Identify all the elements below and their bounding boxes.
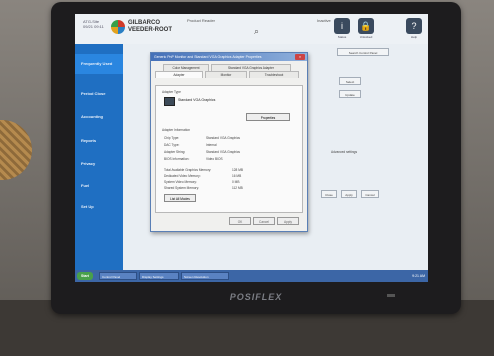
- close-icon[interactable]: ×: [295, 54, 305, 60]
- memory-key: Total Available Graphics Memory:: [164, 168, 212, 172]
- search-field[interactable]: Search Control Panel: [337, 48, 389, 56]
- memory-key: Shared System Memory:: [164, 186, 200, 190]
- sidebar: Frequently Used Period Close Accounting …: [75, 44, 123, 270]
- apply-button[interactable]: Apply: [277, 217, 299, 225]
- advanced-settings-link[interactable]: Advanced settings: [331, 150, 357, 154]
- brand-name: GILBARCO VEEDER-ROOT: [128, 20, 172, 34]
- ok-button[interactable]: OK: [229, 217, 251, 225]
- content-cancel-button[interactable]: Cancel: [361, 190, 379, 198]
- start-button[interactable]: Start: [77, 272, 93, 280]
- display-adapter-icon: [164, 97, 175, 106]
- taskbar-item[interactable]: Display Settings: [139, 272, 179, 280]
- brand-line-1: GILBARCO: [128, 20, 160, 26]
- info-key: Adapter String:: [164, 150, 186, 154]
- device-brand: POSIFLEX: [229, 292, 283, 302]
- tab-monitor[interactable]: Monitor: [205, 71, 247, 78]
- sidebar-item-reports[interactable]: Reports: [75, 131, 123, 151]
- tab-color-management[interactable]: Color Management: [163, 64, 209, 71]
- power-led: [387, 294, 395, 297]
- taskbar-item[interactable]: Control Panel: [99, 272, 137, 280]
- adapter-name: Standard VGA Graphics: [178, 98, 216, 102]
- memory-value: 112 MB: [232, 186, 243, 190]
- product-label: Product Reader: [187, 18, 216, 23]
- tab-graphics-adapter[interactable]: Standard VGA Graphics Adapter: [211, 64, 291, 71]
- info-key: BIOS Information:: [164, 157, 190, 161]
- adapter-type-label: Adapter Type: [162, 90, 181, 94]
- list-all-modes-button[interactable]: List All Modes: [164, 194, 196, 202]
- info-key: DAC Type:: [164, 143, 180, 147]
- properties-button[interactable]: Properties: [246, 113, 290, 121]
- adapter-panel: Adapter Type Standard VGA Graphics Prope…: [155, 85, 303, 213]
- help-button-label: Help: [410, 35, 418, 39]
- adapter-info-heading: Adapter Information: [162, 128, 190, 132]
- taskbar-clock: 9:21 AM: [412, 274, 425, 278]
- sidebar-item-accounting[interactable]: Accounting: [75, 107, 123, 127]
- update-button[interactable]: Update: [339, 90, 361, 98]
- brand-line-2: VEEDER-ROOT: [128, 27, 173, 33]
- brand-logo-icon: [111, 20, 125, 34]
- sidebar-item-set-up[interactable]: Set Up: [75, 197, 123, 217]
- memory-key: Dedicated Video Memory:: [164, 174, 201, 178]
- sidebar-item-period-close[interactable]: Period Close: [75, 84, 123, 104]
- memory-value: 128 MB: [232, 168, 243, 172]
- memory-key: System Video Memory:: [164, 180, 197, 184]
- info-value: Standard VGA Graphics: [206, 136, 241, 140]
- memory-value: 16 MB: [232, 174, 242, 178]
- taskbar: Start Control Panel Display Settings Scr…: [75, 270, 428, 282]
- tab-troubleshoot[interactable]: Troubleshoot: [249, 71, 299, 78]
- status-button[interactable]: i: [334, 18, 350, 34]
- help-button[interactable]: ?: [406, 18, 422, 34]
- memory-value: 0 MB: [232, 180, 240, 184]
- cancel-button[interactable]: Cancel: [253, 217, 275, 225]
- screen: ATG-Site 09/21 09:11 GILBARCO VEEDER-ROO…: [75, 14, 428, 282]
- sidebar-item-frequently-used[interactable]: Frequently Used: [75, 54, 123, 74]
- select-button[interactable]: Select: [339, 77, 361, 85]
- lock-button-label: Unlocked: [359, 35, 373, 39]
- search-icon[interactable]: ⌕: [254, 26, 259, 37]
- status-button-label: Status: [337, 35, 347, 39]
- user-line-2: 09/21 09:11: [83, 24, 104, 29]
- status-label: Inactive: [317, 18, 331, 23]
- monitor-bezel: ATG-Site 09/21 09:11 GILBARCO VEEDER-ROO…: [51, 2, 461, 314]
- tab-row-lower: Adapter Monitor Troubleshoot: [155, 71, 303, 78]
- info-value: Standard VGA Graphics: [206, 150, 241, 154]
- dialog-title: Generic PnP Monitor and Standard VGA Gra…: [151, 53, 307, 61]
- sidebar-item-privacy[interactable]: Privacy: [75, 154, 123, 174]
- info-value: Video BIOS: [206, 157, 223, 161]
- tab-row-upper: Color Management Standard VGA Graphics A…: [155, 64, 303, 71]
- user-info: ATG-Site 09/21 09:11: [83, 19, 111, 29]
- sidebar-item-fuel[interactable]: Fuel: [75, 176, 123, 196]
- lock-button[interactable]: 🔒: [358, 18, 374, 34]
- info-key: Chip Type:: [164, 136, 180, 140]
- content-apply-button[interactable]: Apply: [341, 190, 357, 198]
- tab-adapter[interactable]: Adapter: [155, 71, 203, 78]
- properties-dialog: Generic PnP Monitor and Standard VGA Gra…: [150, 52, 308, 232]
- info-value: Internal: [206, 143, 217, 147]
- taskbar-item[interactable]: Screen Resolution: [181, 272, 229, 280]
- top-header: ATG-Site 09/21 09:11 GILBARCO VEEDER-ROO…: [75, 14, 428, 44]
- content-close-button[interactable]: Close: [321, 190, 337, 198]
